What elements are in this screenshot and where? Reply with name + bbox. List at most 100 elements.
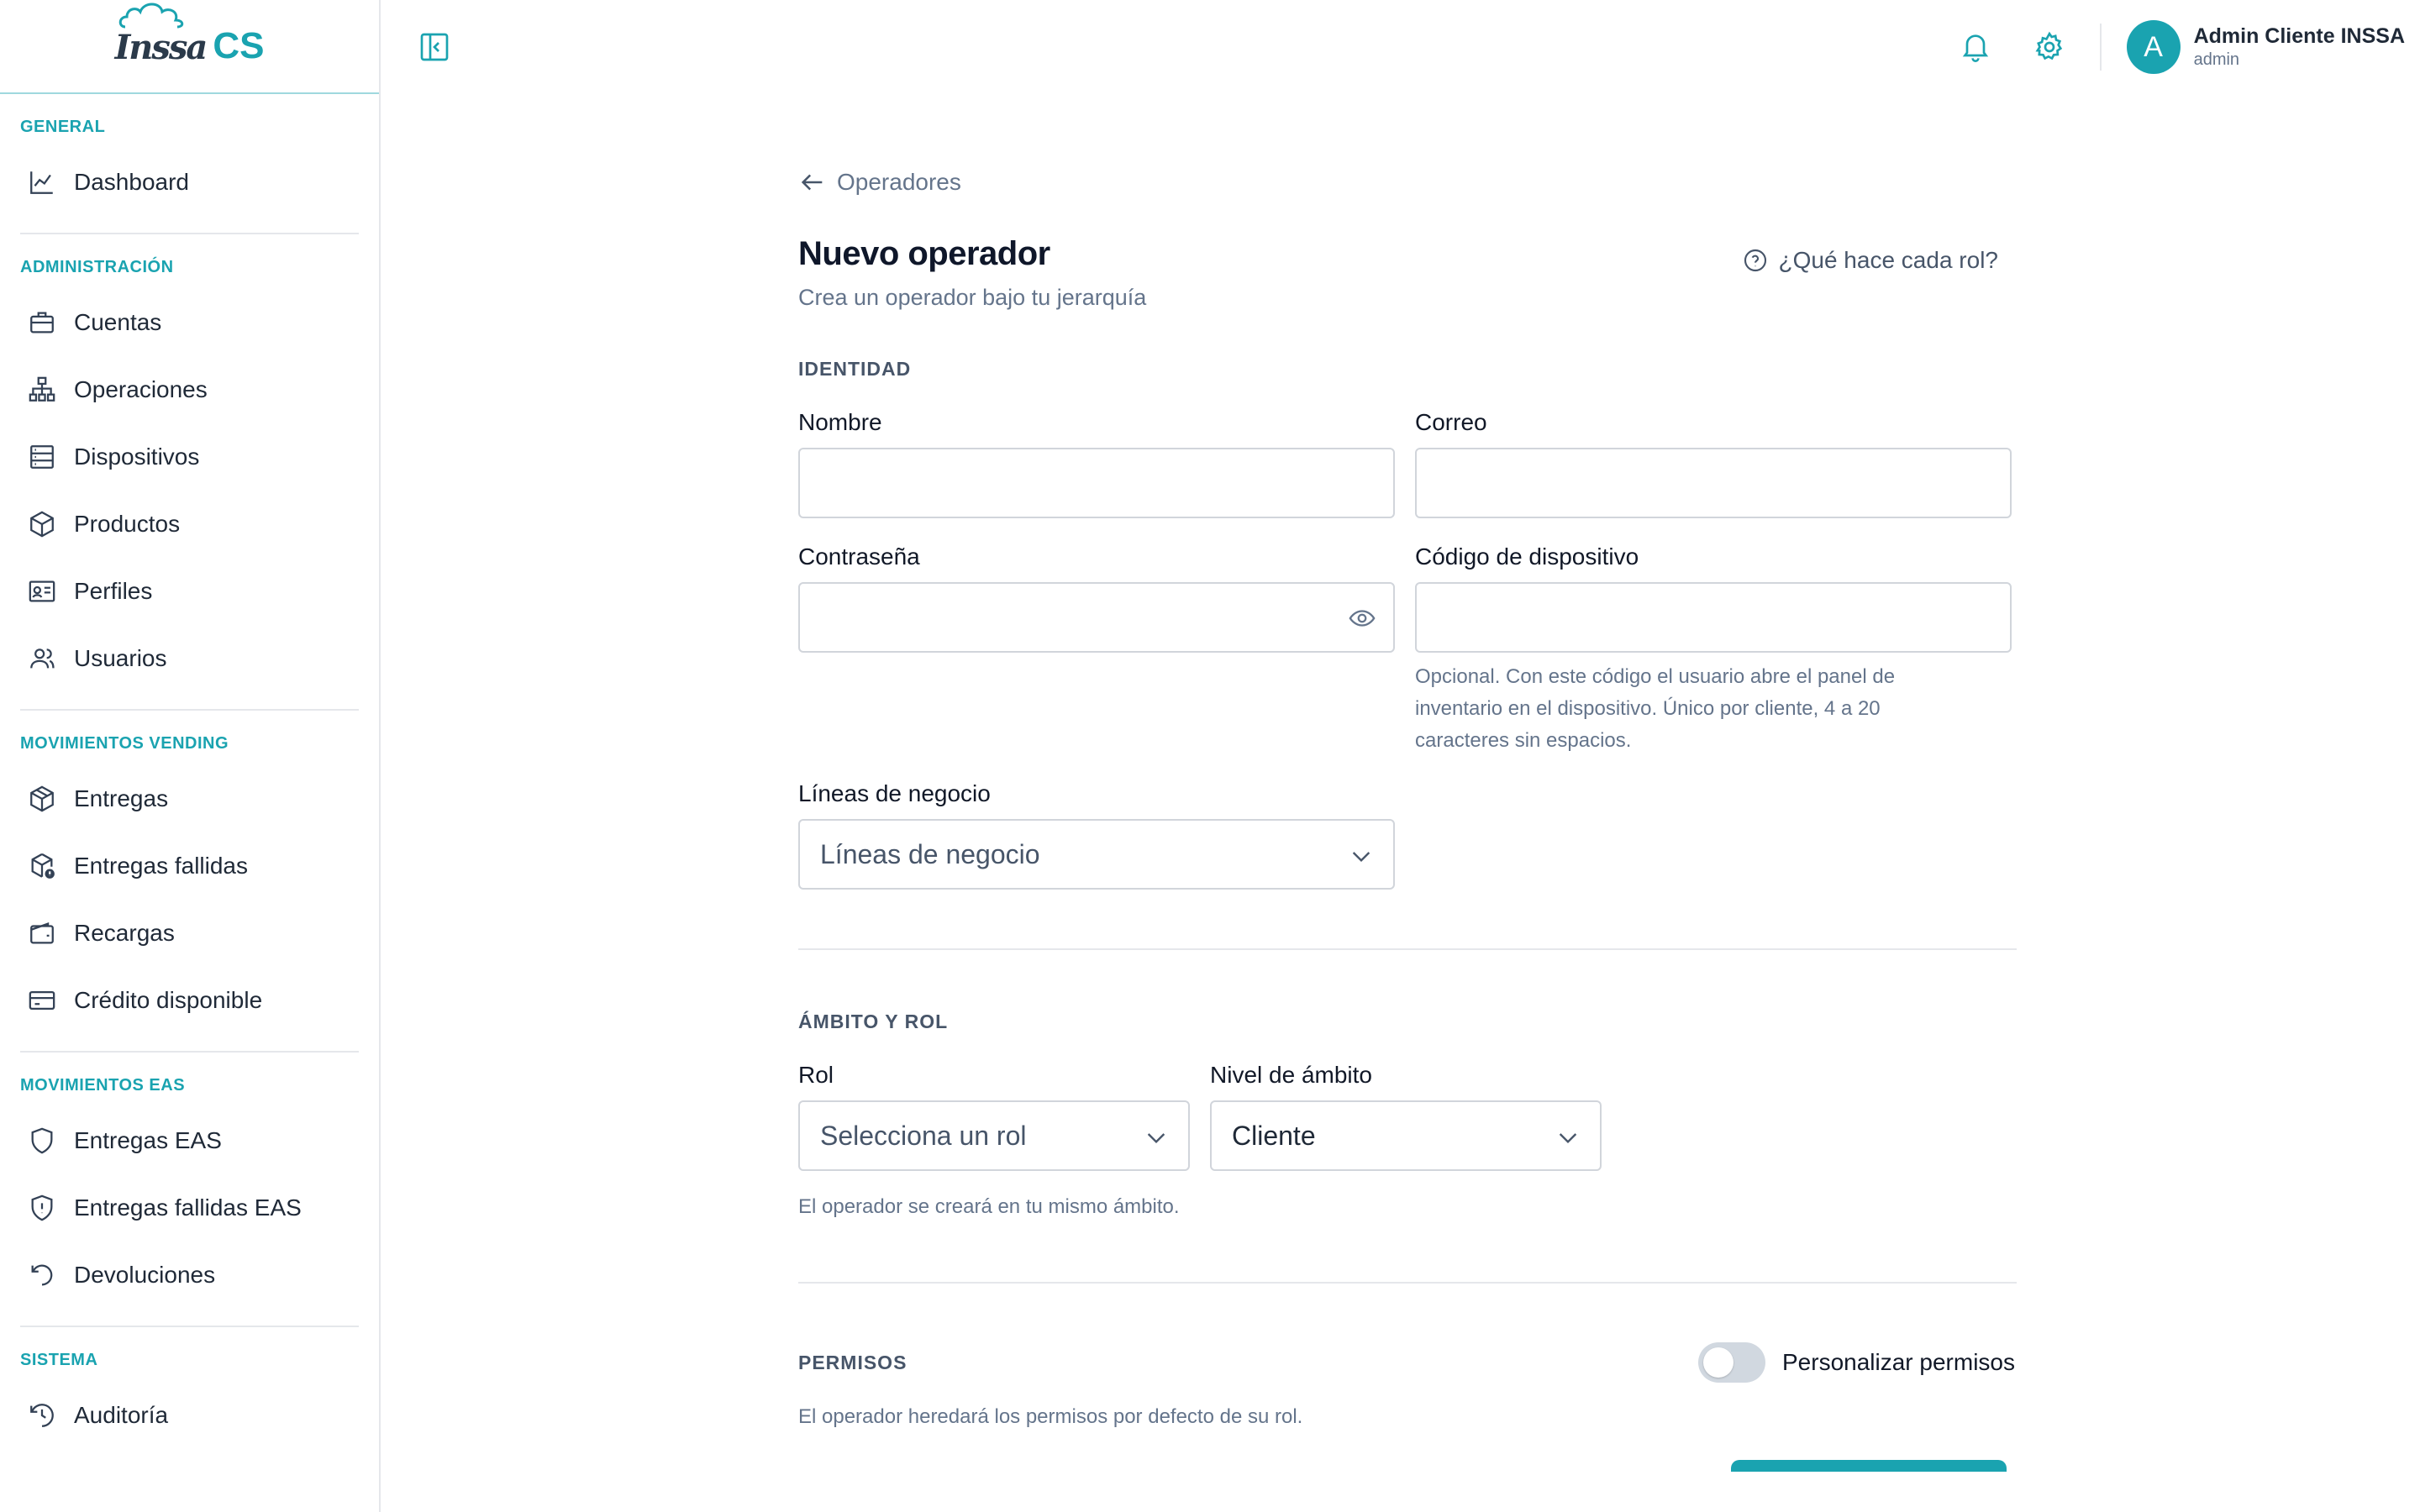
customize-permissions-toggle[interactable] (1698, 1342, 1765, 1383)
sidebar-item-operaciones[interactable]: Operaciones (20, 356, 359, 423)
nav-section-general: GENERAL Dashboard (0, 118, 379, 234)
row-password-device: Contraseña Código de dispositivo Opciona… (798, 543, 2017, 757)
sidebar-item-dispositivos[interactable]: Dispositivos (20, 423, 359, 491)
avatar[interactable]: A (2126, 20, 2181, 74)
sidebar-item-label: Entregas EAS (74, 1127, 222, 1153)
sidebar-item-perfiles[interactable]: Perfiles (20, 558, 359, 625)
sidebar-item-devoluciones[interactable]: Devoluciones (20, 1242, 359, 1309)
sidebar-item-label: Dispositivos (74, 444, 200, 470)
sidebar-item-entregas-fallidas[interactable]: Entregas fallidas (20, 832, 359, 900)
business-lines-field-group: Líneas de negocio Líneas de negocio (798, 780, 1395, 890)
email-input[interactable] (1415, 448, 2012, 518)
sidebar-item-label: Perfiles (74, 578, 153, 604)
nav-section-movimientos-vending: MOVIMIENTOS VENDING Entregas Entregas fa… (0, 734, 379, 1053)
wallet-icon (27, 918, 57, 948)
id-card-icon (27, 576, 57, 606)
chevron-down-icon (1147, 1133, 1165, 1144)
sidebar-item-label: Devoluciones (74, 1262, 216, 1288)
role-help-label: ¿Qué hace cada rol? (1778, 247, 1999, 273)
user-name: Admin Cliente INSSA (2193, 24, 2405, 48)
device-code-label: Código de dispositivo (1415, 543, 1639, 570)
bell-icon[interactable] (1959, 30, 1992, 64)
sidebar-item-dashboard[interactable]: Dashboard (20, 149, 359, 216)
chart-line-icon (27, 167, 57, 197)
section-label-movimientos-vending: MOVIMIENTOS VENDING (20, 734, 229, 753)
sidebar-item-entregas-fallidas-eas[interactable]: Entregas fallidas EAS (20, 1174, 359, 1242)
logo-text-inssa: Inssa (114, 28, 208, 67)
scope-level-label: Nivel de ámbito (1210, 1062, 1372, 1088)
chevron-down-icon (1352, 852, 1370, 863)
customize-permissions-control: Personalizar permisos (1698, 1342, 2015, 1383)
rotate-ccw-icon (27, 1260, 57, 1290)
row-role-level: Rol Selecciona un rol Nivel de ámbito Cl… (798, 1062, 2017, 1171)
sidebar-item-credito-disponible[interactable]: Crédito disponible (20, 967, 359, 1034)
device-code-input[interactable] (1415, 582, 2012, 653)
nav-section-administracion: ADMINISTRACIÓN Cuentas Operaciones Dispo… (0, 258, 379, 711)
sidebar-item-entregas[interactable]: Entregas (20, 765, 359, 832)
sidebar-toggle-icon[interactable] (418, 30, 451, 64)
topbar: A Admin Cliente INSSA admin (382, 0, 2420, 94)
sidebar-item-label: Cuentas (74, 309, 162, 335)
sidebar-item-auditoria[interactable]: Auditoría (20, 1382, 359, 1449)
sidebar-item-label: Productos (74, 511, 181, 537)
role-select[interactable]: Selecciona un rol (798, 1100, 1190, 1171)
user-menu[interactable]: Admin Cliente INSSA admin (2194, 24, 2405, 70)
section-divider (798, 1282, 2017, 1284)
sidebar-item-label: Auditoría (74, 1402, 169, 1428)
business-lines-select[interactable]: Líneas de negocio (798, 819, 1395, 890)
back-link[interactable]: Operadores (798, 168, 2017, 197)
gear-icon[interactable] (2033, 30, 2066, 64)
section-heading-identity: IDENTIDAD (798, 358, 912, 380)
sidebar-item-productos[interactable]: Productos (20, 491, 359, 558)
brand-logo[interactable]: Inssa CS (114, 3, 265, 67)
submit-button[interactable] (1731, 1460, 2007, 1472)
section-heading-scope: ÁMBITO Y ROL (798, 1011, 949, 1032)
password-input[interactable] (798, 582, 1395, 653)
toggle-knob (1703, 1347, 1733, 1378)
sidebar-item-usuarios[interactable]: Usuarios (20, 625, 359, 692)
logo-area: Inssa CS (0, 0, 379, 94)
permissions-hint: El operador heredará los permisos por de… (798, 1405, 1303, 1428)
section-label-general: GENERAL (20, 118, 106, 136)
role-help-link[interactable]: ¿Qué hace cada rol? (1742, 247, 1999, 274)
permissions-header: PERMISOS Personalizar permisos (798, 1342, 2017, 1383)
package-icon (27, 784, 57, 814)
role-label: Rol (798, 1062, 834, 1088)
nav-section-sistema: SISTEMA Auditoría (0, 1351, 379, 1449)
package-alert-icon (27, 851, 57, 881)
back-link-label: Operadores (837, 169, 961, 195)
name-input[interactable] (798, 448, 1395, 518)
sidebar-item-recargas[interactable]: Recargas (20, 900, 359, 967)
scope-hint: El operador se creará en tu mismo ámbito… (798, 1195, 1180, 1218)
title-row: Nuevo operador Crea un operador bajo tu … (798, 235, 2017, 311)
scope-level-value: Cliente (1232, 1120, 1316, 1151)
customize-permissions-label: Personalizar permisos (1782, 1349, 2015, 1375)
topbar-divider (2099, 24, 2102, 71)
sidebar-item-label: Entregas fallidas (74, 853, 249, 879)
shield-alert-icon (27, 1193, 57, 1223)
section-label-movimientos-eas: MOVIMIENTOS EAS (20, 1076, 186, 1095)
eye-icon[interactable] (1348, 604, 1376, 633)
nav-section-movimientos-eas: MOVIMIENTOS EAS Entregas EAS Entregas fa… (0, 1076, 379, 1327)
section-label-administracion: ADMINISTRACIÓN (20, 258, 174, 276)
sidebar-item-label: Crédito disponible (74, 987, 263, 1013)
logo-text-cs: CS (213, 25, 265, 66)
page-subtitle: Crea un operador bajo tu jerarquía (798, 285, 1147, 310)
sidebar-item-label: Dashboard (74, 169, 189, 195)
scope-level-field-group: Nivel de ámbito Cliente (1210, 1062, 1602, 1171)
user-role: admin (2193, 50, 2240, 69)
history-icon (27, 1400, 57, 1431)
sidebar-item-label: Usuarios (74, 645, 167, 671)
users-icon (27, 643, 57, 674)
scope-level-select[interactable]: Cliente (1210, 1100, 1602, 1171)
sidebar-item-label: Entregas fallidas EAS (74, 1194, 302, 1221)
role-placeholder: Selecciona un rol (820, 1120, 1027, 1151)
section-heading-permissions: PERMISOS (798, 1351, 908, 1373)
business-lines-label: Líneas de negocio (798, 780, 991, 806)
divider (20, 233, 359, 234)
password-label: Contraseña (798, 543, 920, 570)
section-label-sistema: SISTEMA (20, 1351, 98, 1369)
sidebar-item-cuentas[interactable]: Cuentas (20, 289, 359, 356)
server-icon (27, 442, 57, 472)
sidebar-item-entregas-eas[interactable]: Entregas EAS (20, 1107, 359, 1174)
